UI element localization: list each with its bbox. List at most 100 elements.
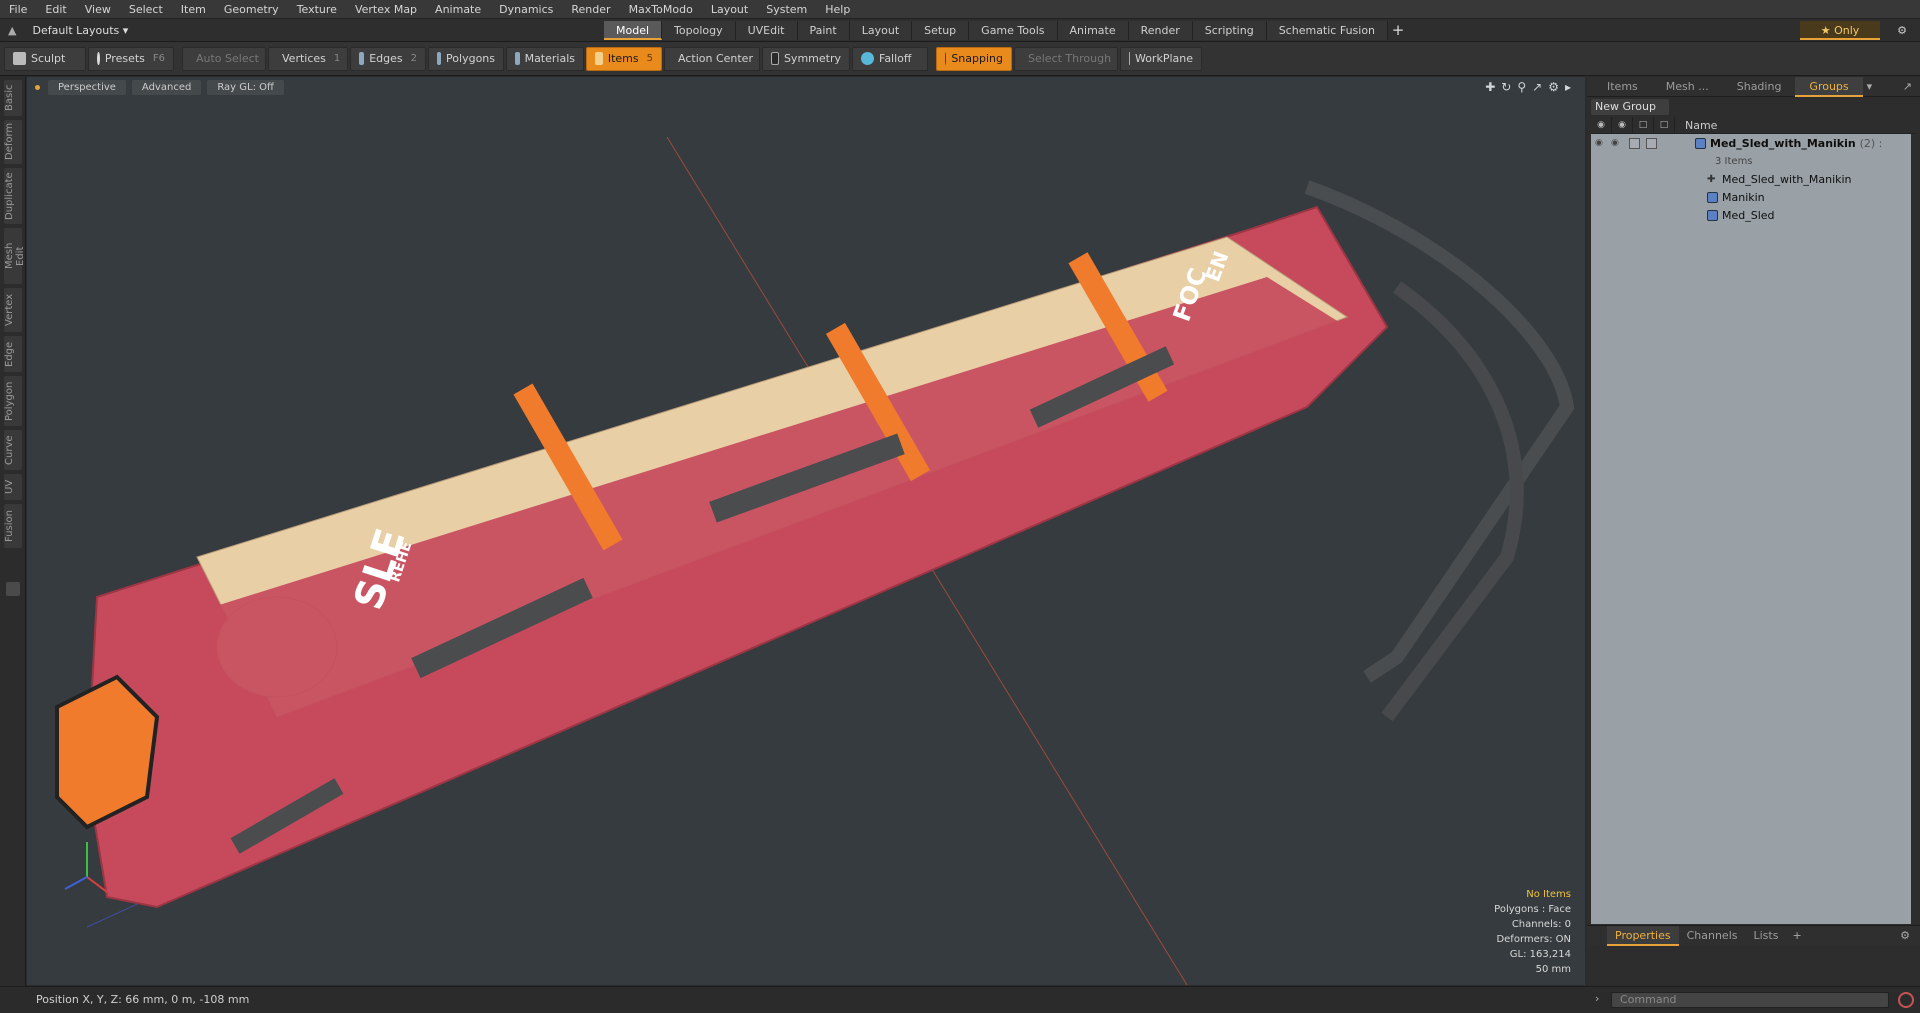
list-item[interactable]: Manikin [1591,188,1911,206]
tab-shading[interactable]: Shading [1723,77,1796,97]
shading-mode-button[interactable]: Advanced [131,79,202,95]
action-center-button[interactable]: Action Center [664,46,760,71]
gear-icon[interactable]: ⚙ [1892,21,1912,40]
viewport-menu-dot[interactable] [35,84,40,90]
tab-lists[interactable]: Lists [1746,926,1787,946]
menu-dynamics[interactable]: Dynamics [490,3,562,16]
command-bar: › Command [1587,986,1920,1012]
vtab-edge[interactable]: Edge [4,336,22,372]
vtab-duplicate[interactable]: Duplicate [4,168,22,224]
presets-button[interactable]: Presets F6 [88,46,174,71]
menu-file[interactable]: File [0,3,36,16]
col-render-icon[interactable]: ◉ [1612,116,1633,134]
pan-icon[interactable]: ✚ [1485,80,1495,94]
menu-help[interactable]: Help [816,3,859,16]
vtab-fusion[interactable]: Fusion [4,504,22,548]
tab-uvedit[interactable]: UVEdit [735,21,798,40]
auto-select-button[interactable]: Auto Select [182,46,266,71]
magnet-icon [945,52,947,65]
tab-scripting[interactable]: Scripting [1192,21,1267,40]
menu-geometry[interactable]: Geometry [215,3,288,16]
vtab-uv[interactable]: UV [4,474,22,500]
tab-game-tools[interactable]: Game Tools [969,21,1058,40]
command-input[interactable]: Command [1611,992,1889,1008]
tab-model[interactable]: Model [604,21,663,40]
sculpt-button[interactable]: Sculpt [4,46,86,71]
menu-maxtomodo[interactable]: MaxToModo [620,3,702,16]
polygons-button[interactable]: Polygons [428,46,504,71]
only-toggle[interactable]: ★ Only [1800,21,1880,40]
lock-checkbox[interactable] [1629,137,1640,149]
tab-animate[interactable]: Animate [1057,21,1129,40]
edges-button[interactable]: Edges 2 [350,46,426,71]
menu-view[interactable]: View [76,3,120,16]
view-type-button[interactable]: Perspective [48,79,126,95]
menu-animate[interactable]: Animate [426,3,490,16]
list-item[interactable]: Med_Sled [1591,206,1911,224]
vertices-button[interactable]: Vertices 1 [268,46,348,71]
select-checkbox[interactable] [1646,137,1657,149]
vtab-curve[interactable]: Curve [4,430,22,470]
tab-topology[interactable]: Topology [662,21,736,40]
list-item: 3 Items [1591,152,1911,170]
falloff-button[interactable]: Falloff [852,46,928,71]
zoom-icon[interactable]: ⚲ [1517,80,1526,94]
materials-button[interactable]: Materials [506,46,584,71]
command-history-icon[interactable] [1898,992,1914,1008]
3d-viewport[interactable]: SLE FOC REHE EN Perspective Advanced Ray… [27,77,1585,985]
fit-icon[interactable]: ↗ [1532,80,1542,94]
right-panel: Items Mesh ... Shading Groups ▾ ↗ New Gr… [1587,76,1920,985]
vtab-polygon[interactable]: Polygon [4,376,22,426]
layout-selector[interactable]: ▲ Default Layouts ▾ [0,19,150,41]
menu-edit[interactable]: Edit [36,3,75,16]
vtab-basic[interactable]: Basic [4,80,22,116]
list-item[interactable]: ✚ Med_Sled_with_Manikin [1591,170,1911,188]
menu-select[interactable]: Select [120,3,172,16]
items-button[interactable]: Items 5 [586,46,662,71]
menu-item[interactable]: Item [172,3,215,16]
col-lock-icon[interactable]: □ [1633,116,1654,134]
tab-channels[interactable]: Channels [1679,926,1746,946]
command-arrow-icon: › [1595,992,1600,1005]
menu-render[interactable]: Render [562,3,619,16]
main-toolbar: Sculpt Presets F6 Auto Select Vertices 1 E… [0,42,1920,76]
tab-groups[interactable]: Groups [1795,76,1863,97]
new-group-button[interactable]: New Group [1591,99,1669,115]
menu-texture[interactable]: Texture [288,3,346,16]
tab-setup[interactable]: Setup [912,21,970,40]
select-through-button[interactable]: Select Through [1014,46,1118,71]
list-header: ◉ ◉ □ □ Name [1591,116,1916,134]
tab-properties[interactable]: Properties [1607,925,1679,946]
tab-render[interactable]: Render [1128,21,1193,40]
tabs-dropdown-icon[interactable]: ▾ [1867,80,1873,93]
viewport-expand-icon[interactable]: ▸ [1565,80,1571,94]
workplane-button[interactable]: WorkPlane [1120,46,1202,71]
tab-layout[interactable]: Layout [849,21,913,40]
list-item[interactable]: ◉ ◉ Med_Sled_with_Manikin (2) : [1591,134,1911,152]
snapping-button[interactable]: Snapping [936,46,1012,71]
menu-system[interactable]: System [757,3,816,16]
properties-gear-icon[interactable]: ⚙ [1900,929,1910,942]
symmetry-button[interactable]: Symmetry [762,46,850,71]
panel-expand-icon[interactable]: ↗ [1903,80,1912,93]
col-select-icon[interactable]: □ [1654,116,1675,134]
menu-layout[interactable]: Layout [702,3,757,16]
raygl-button[interactable]: Ray GL: Off [207,79,284,95]
tab-mesh[interactable]: Mesh ... [1652,77,1723,97]
add-tab-icon[interactable]: + [1388,21,1408,40]
tab-paint[interactable]: Paint [797,21,850,40]
rotate-icon[interactable]: ↻ [1501,80,1511,94]
expand-tabs-icon[interactable] [6,582,20,596]
viewport-gear-icon[interactable]: ⚙ [1548,80,1559,94]
tab-schematic-fusion[interactable]: Schematic Fusion [1266,21,1389,40]
tab-items[interactable]: Items [1593,77,1652,97]
add-tab-icon[interactable]: + [1792,929,1801,942]
items-label: Items [607,52,639,65]
vtab-vertex[interactable]: Vertex [4,288,22,332]
menu-vertex-map[interactable]: Vertex Map [346,3,426,16]
eye-icon[interactable]: ◉ [1595,138,1607,148]
vtab-mesh-edit[interactable]: Mesh Edit [4,228,26,284]
vtab-deform[interactable]: Deform [4,120,22,164]
col-visible-icon[interactable]: ◉ [1591,116,1612,134]
render-icon[interactable]: ◉ [1611,138,1623,148]
